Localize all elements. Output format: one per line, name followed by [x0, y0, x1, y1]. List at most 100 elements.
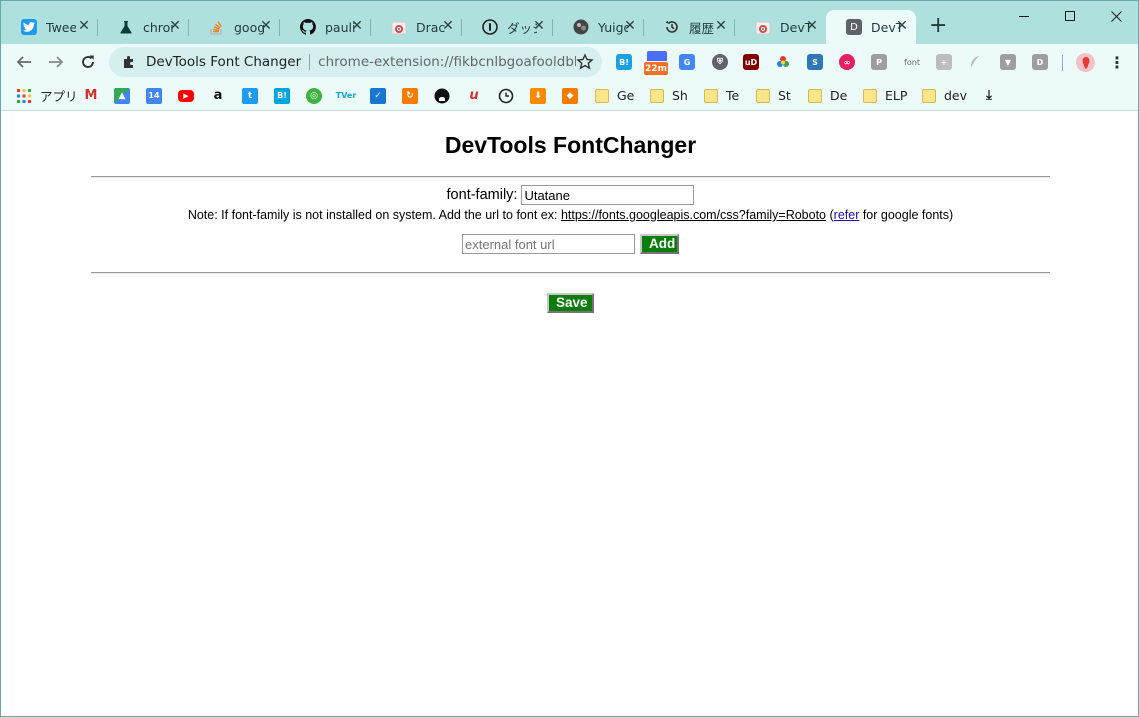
tab-google[interactable]: google ✕ — [189, 10, 280, 44]
amazon-icon: a — [213, 88, 223, 103]
twitter-icon: t — [242, 87, 258, 104]
close-tab-icon[interactable]: ✕ — [804, 18, 820, 35]
reload-button[interactable] — [76, 50, 100, 74]
add-note-icon[interactable]: + — [936, 54, 952, 70]
close-window-button[interactable] — [1093, 5, 1138, 27]
bookmark-download-orange[interactable]: ⬇ — [530, 87, 546, 104]
link-ext-icon[interactable]: ∞ — [839, 54, 855, 70]
download-icon: ⤓ — [986, 88, 992, 103]
bookmark-u[interactable]: u — [466, 87, 482, 104]
kebab-menu-icon[interactable]: ⋮ — [1109, 53, 1125, 72]
forward-button[interactable] — [44, 50, 68, 74]
bookmark-gmail[interactable]: M — [83, 87, 99, 104]
url-text: chrome-extension://fikbcnlbgoafooldbk... — [318, 54, 577, 70]
flask-icon — [118, 19, 134, 35]
close-tab-icon[interactable]: ✕ — [258, 18, 274, 35]
font-family-row: font-family: — [1, 185, 1138, 205]
bookmark-twitter[interactable]: t — [242, 87, 258, 104]
bookmark-folder-de[interactable]: De — [808, 87, 847, 104]
folder-icon — [756, 88, 770, 103]
bookmark-hatena[interactable]: B! — [274, 87, 290, 104]
ublock-icon[interactable]: uD — [743, 54, 759, 70]
brave-ext-icon[interactable]: ▼ — [1000, 54, 1016, 70]
close-tab-icon[interactable]: ✕ — [894, 18, 910, 35]
bookmarks-bar: アプリ M ▲ 14 ▶ a t B! ◎ TVer ✓ ↻ u ⬇ ◆ Ge … — [1, 80, 1138, 111]
bookmark-clock[interactable] — [498, 87, 514, 104]
close-tab-icon[interactable]: ✕ — [440, 18, 456, 35]
color-wheel-icon[interactable] — [775, 54, 791, 70]
bookmark-folder-st[interactable]: St — [756, 87, 791, 104]
bookmark-apps[interactable]: アプリ — [16, 87, 78, 104]
bookmark-tver[interactable]: TVer — [336, 87, 357, 104]
close-tab-icon[interactable]: ✕ — [349, 18, 365, 35]
address-bar[interactable]: DevTools Font Changer chrome-extension:/… — [109, 47, 602, 77]
bookmark-youtube[interactable]: ▶ — [178, 87, 194, 104]
back-button[interactable] — [12, 50, 36, 74]
bookmark-maps[interactable]: ▲ — [114, 87, 130, 104]
bookmark-folder-ge[interactable]: Ge — [595, 87, 634, 104]
tab-yuigoto[interactable]: Yuigoto ✕ — [553, 10, 644, 44]
hatena-bookmark-icon[interactable]: B! — [616, 54, 632, 70]
refer-link[interactable]: refer — [834, 208, 860, 222]
tab-history[interactable]: 履歴 ✕ — [644, 10, 735, 44]
shield-icon[interactable]: ⛨ — [712, 54, 728, 70]
close-tab-icon[interactable]: ✕ — [167, 18, 183, 35]
calendar-icon: 14 — [146, 87, 162, 104]
note-suffix: for google fonts) — [859, 208, 954, 222]
bookmark-folder-te[interactable]: Te — [704, 87, 739, 104]
bookmark-calendar[interactable]: 14 — [146, 87, 162, 104]
bookmark-download[interactable]: ⤓ — [981, 87, 997, 104]
close-tab-icon[interactable]: ✕ — [713, 18, 729, 35]
tab-tweets[interactable]: Tweets ✕ — [1, 10, 98, 44]
calendar-ext-icon[interactable] — [647, 51, 667, 61]
feather-icon[interactable] — [967, 54, 983, 70]
tab-devtools-store[interactable]: DevTools ✕ — [735, 10, 826, 44]
avatar-icon — [573, 19, 589, 35]
timer-badge: 22m — [644, 62, 668, 75]
profile-avatar-icon[interactable] — [1076, 53, 1095, 72]
bookmark-label: St — [778, 88, 791, 103]
tab-chrome[interactable]: chrome ✕ — [98, 10, 189, 44]
p-ext-icon[interactable]: P — [871, 54, 887, 70]
close-tab-icon[interactable]: ✕ — [76, 18, 92, 35]
bookmark-folder-elp[interactable]: ELP — [863, 87, 907, 104]
minimize-button[interactable] — [1001, 5, 1047, 27]
tab-devtools-active[interactable]: D DevTools ✕ — [826, 10, 916, 44]
bookmark-label: Ge — [617, 88, 635, 103]
folder-icon — [650, 88, 664, 103]
google-translate-icon[interactable]: G — [679, 54, 695, 70]
save-button[interactable]: Save — [547, 293, 594, 313]
bookmark-tasks[interactable]: ✓ — [370, 87, 386, 104]
external-font-url-input[interactable] — [462, 234, 635, 254]
tab-dashboard[interactable]: ダッシュボード ✕ — [462, 10, 553, 44]
bookmark-label: ELP — [885, 88, 908, 103]
tab-title: Tweets — [46, 19, 76, 35]
github-icon — [300, 19, 316, 35]
font-family-input[interactable] — [521, 185, 695, 205]
star-icon[interactable] — [576, 53, 594, 71]
new-tab-button[interactable]: + — [929, 15, 947, 37]
tab-dracula[interactable]: Dracula ✕ — [371, 10, 462, 44]
checkbox-icon: ✓ — [370, 87, 386, 104]
font-ext-icon[interactable]: font — [901, 54, 923, 70]
folder-icon — [595, 88, 609, 103]
add-button[interactable]: Add — [640, 234, 679, 254]
bookmark-cube[interactable]: ◆ — [562, 87, 578, 104]
font-note: Note: If font-family is not installed on… — [1, 208, 1138, 222]
bookmark-orange[interactable]: ↻ — [402, 87, 418, 104]
bookmark-folder-dev[interactable]: dev — [922, 87, 967, 104]
bookmark-amazon[interactable]: a — [210, 87, 226, 104]
d-ext-icon[interactable]: D — [1032, 54, 1048, 70]
tab-paulirish[interactable]: paulirish ✕ — [280, 10, 371, 44]
close-tab-icon[interactable]: ✕ — [531, 18, 547, 35]
note-text: Note: If font-family is not installed on… — [187, 208, 561, 222]
s-ext-icon[interactable]: S — [807, 54, 823, 70]
bookmark-github[interactable] — [434, 87, 450, 104]
bookmark-green[interactable]: ◎ — [306, 87, 322, 104]
bookmark-folder-sh[interactable]: Sh — [650, 87, 688, 104]
maximize-button[interactable] — [1047, 5, 1093, 27]
close-tab-icon[interactable]: ✕ — [622, 18, 638, 35]
bookmark-label: アプリ — [40, 89, 78, 104]
youtube-icon: ▶ — [178, 89, 194, 102]
google-fonts-example-link[interactable]: https://fonts.googleapis.com/css?family=… — [561, 208, 826, 222]
